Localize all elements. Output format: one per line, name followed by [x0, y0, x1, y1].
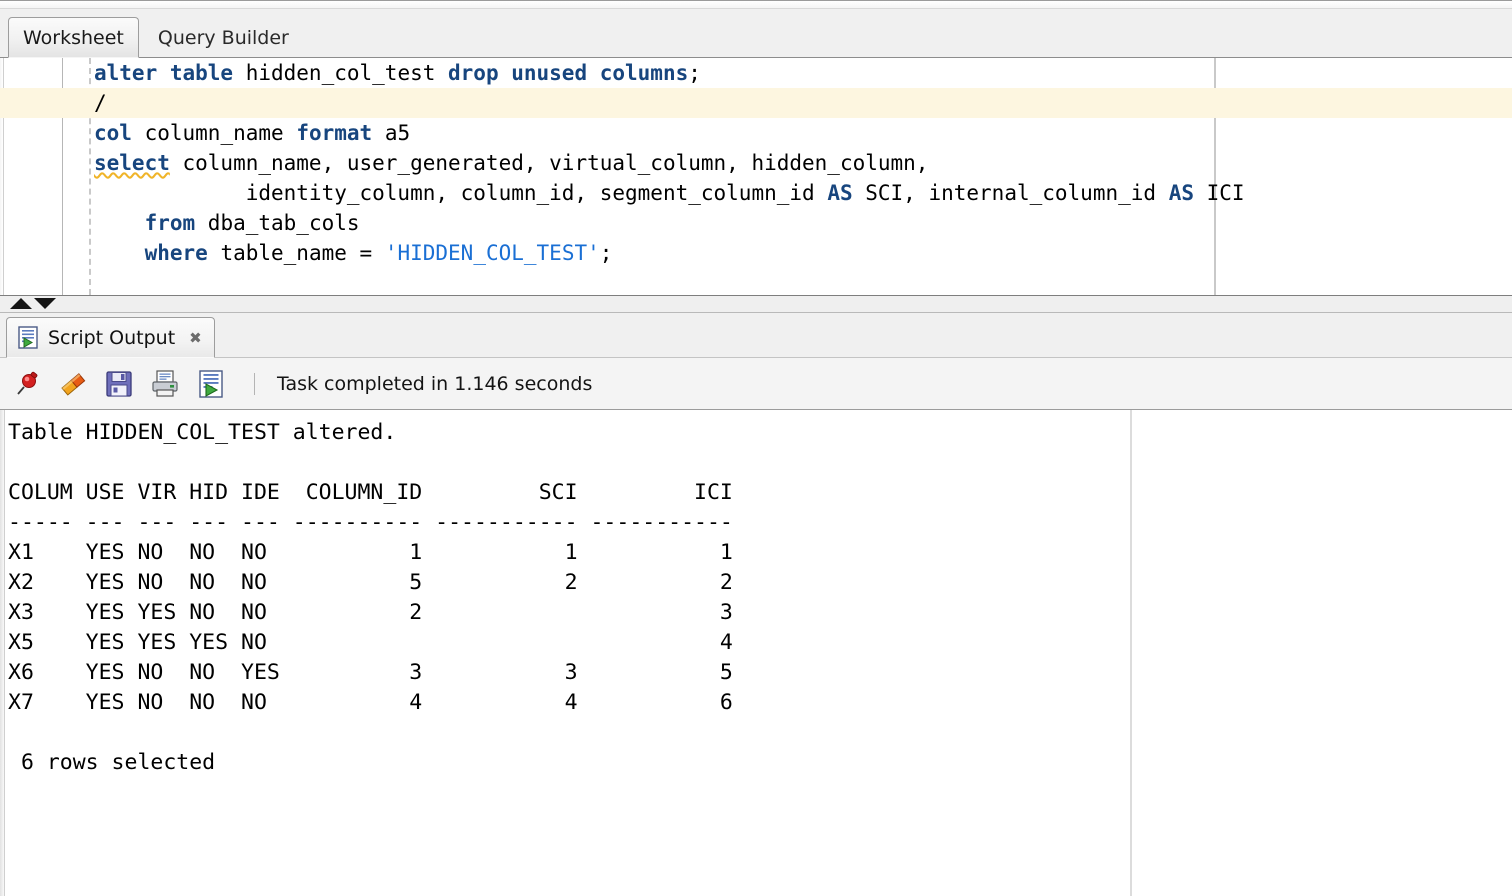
code-token: col: [94, 121, 132, 145]
tab-worksheet[interactable]: Worksheet: [8, 17, 139, 58]
sql-editor[interactable]: alter table hidden_col_test drop unused …: [0, 58, 1512, 296]
tab-script-output-label: Script Output: [48, 326, 176, 349]
close-icon[interactable]: ✖: [189, 329, 202, 347]
pin-icon[interactable]: [12, 369, 42, 399]
editor-output-splitter[interactable]: [0, 296, 1512, 313]
editor-code-area[interactable]: alter table hidden_col_test drop unused …: [0, 58, 1512, 295]
code-token: identity_column, column_id, segment_colu…: [94, 181, 828, 205]
task-status-text: Task completed in 1.146 seconds: [277, 372, 593, 395]
code-token: drop unused columns: [448, 61, 689, 85]
script-output-panel[interactable]: Table HIDDEN_COL_TEST altered. COLUM USE…: [0, 410, 1512, 896]
code-token: hidden_col_test: [233, 61, 449, 85]
code-token: table_name =: [207, 241, 385, 265]
code-token: alter table: [94, 61, 234, 85]
code-token: a5: [372, 121, 411, 145]
code-token: column_name, user_generated, virtual_col…: [169, 151, 929, 175]
toolbar-separator: [254, 372, 255, 395]
tab-script-output[interactable]: Script Output ✖: [6, 317, 215, 358]
worksheet-tab-row: Worksheet Query Builder: [0, 9, 1512, 58]
tab-worksheet-label: Worksheet: [23, 26, 124, 49]
code-token: ICI: [1193, 181, 1245, 205]
save-icon[interactable]: [104, 369, 134, 399]
worksheet-tab-strip: Worksheet Query Builder: [0, 0, 1512, 58]
code-line[interactable]: from dba_tab_cols: [0, 208, 1512, 238]
eraser-icon[interactable]: [58, 369, 88, 399]
code-token: select: [94, 151, 170, 175]
output-toolbar: Task completed in 1.146 seconds: [0, 358, 1512, 410]
code-token: AS: [1168, 181, 1194, 205]
code-line[interactable]: where table_name = 'HIDDEN_COL_TEST';: [0, 238, 1512, 268]
tab-query-builder[interactable]: Query Builder: [143, 17, 304, 58]
code-line[interactable]: col column_name format a5: [0, 118, 1512, 148]
run-script-icon[interactable]: [196, 369, 226, 399]
script-output-text: Table HIDDEN_COL_TEST altered. COLUM USE…: [8, 420, 733, 775]
code-token: AS: [827, 181, 853, 205]
output-tab-strip: Script Output ✖: [0, 313, 1512, 358]
code-token: ;: [599, 241, 613, 265]
code-token: SCI, internal_column_id: [852, 181, 1169, 205]
output-left-gutter: [0, 410, 5, 896]
print-icon[interactable]: [150, 369, 180, 399]
code-token: where: [144, 241, 208, 265]
sql-developer-window: Worksheet Query Builder alter table hidd…: [0, 0, 1512, 896]
tab-query-builder-label: Query Builder: [157, 27, 289, 49]
code-line[interactable]: /: [0, 88, 1512, 118]
code-token: ;: [688, 61, 701, 85]
code-line[interactable]: identity_column, column_id, segment_colu…: [0, 178, 1512, 208]
code-token: 'HIDDEN_COL_TEST': [384, 241, 600, 265]
code-token: dba_tab_cols: [195, 211, 360, 235]
code-line[interactable]: alter table hidden_col_test drop unused …: [0, 58, 1512, 88]
output-vertical-divider: [1130, 410, 1132, 896]
script-output-icon: [17, 326, 40, 349]
code-line[interactable]: select column_name, user_generated, virt…: [0, 148, 1512, 178]
code-token: from: [144, 211, 196, 235]
code-token: format: [296, 121, 373, 145]
code-token: column_name: [131, 121, 297, 145]
code-token: /: [94, 91, 107, 115]
collapse-up-icon[interactable]: [10, 298, 32, 309]
collapse-down-icon[interactable]: [34, 298, 56, 309]
